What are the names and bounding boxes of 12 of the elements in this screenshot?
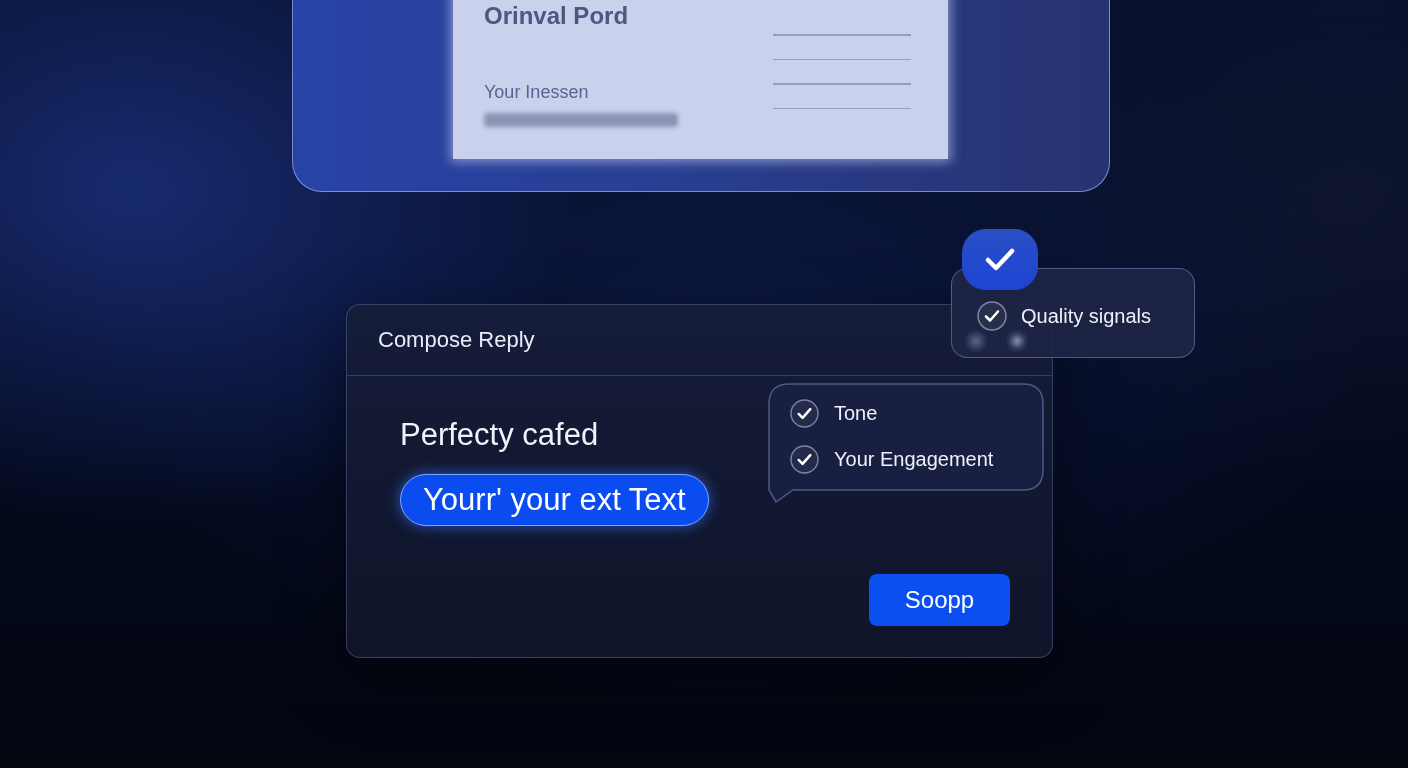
glow-dot-icon (964, 329, 988, 353)
quality-signals-label: Quality signals (1021, 304, 1152, 329)
document-text: Your Inessen (484, 81, 589, 104)
panel-title: Compose Reply (378, 327, 535, 353)
document-title: Orinval Pord (484, 1, 629, 31)
highlighted-text: Yourr' your ext Text (400, 474, 709, 526)
check-badge-icon (962, 229, 1038, 290)
send-button[interactable]: Soopp (869, 574, 1010, 626)
suggestion-label: Tone (834, 401, 878, 426)
suggestion-label: Your Engagement (834, 447, 994, 472)
reply-text: Perfecty cafed (400, 416, 599, 454)
glow-dot-icon (1005, 329, 1029, 353)
